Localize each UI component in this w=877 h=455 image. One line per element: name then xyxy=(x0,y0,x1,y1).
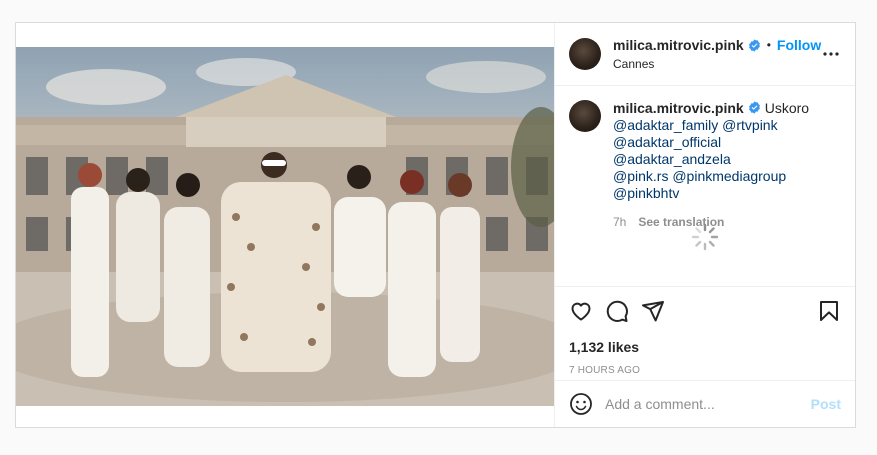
likes-count[interactable]: 1,132 likes xyxy=(569,339,841,355)
loading-spinner-icon xyxy=(691,223,719,251)
post-header: milica.mitrovic.pink • Follow Cannes xyxy=(555,23,855,86)
avatar[interactable] xyxy=(569,38,601,70)
header-username[interactable]: milica.mitrovic.pink xyxy=(613,37,744,53)
post-timestamp[interactable]: 7 HOURS AGO xyxy=(569,365,841,376)
comment-input[interactable] xyxy=(605,396,811,412)
verified-badge-icon xyxy=(748,101,760,114)
caption-time[interactable]: 7h xyxy=(613,214,626,231)
more-options-icon[interactable] xyxy=(821,42,841,66)
post-photo[interactable] xyxy=(16,47,554,406)
verified-badge-icon xyxy=(748,38,760,52)
caption-username[interactable]: milica.mitrovic.pink xyxy=(613,100,744,116)
photo-illustration xyxy=(16,58,554,406)
separator-dot: • xyxy=(766,38,771,52)
emoji-icon[interactable] xyxy=(569,392,593,416)
post-card: milica.mitrovic.pink • Follow Cannes mil… xyxy=(15,22,856,428)
header-meta: milica.mitrovic.pink • Follow Cannes xyxy=(613,37,821,71)
post-media xyxy=(16,23,554,427)
action-bar xyxy=(569,295,841,327)
post-sidebar: milica.mitrovic.pink • Follow Cannes mil… xyxy=(554,23,855,427)
comment-bar: Post xyxy=(555,380,855,427)
location-link[interactable]: Cannes xyxy=(613,57,821,71)
caption-mention-line[interactable]: @adaktar_family @rtvpink xyxy=(613,117,841,134)
post-comment-button[interactable]: Post xyxy=(811,396,841,412)
header-user-line: milica.mitrovic.pink • Follow xyxy=(613,37,821,53)
caption-avatar[interactable] xyxy=(569,100,601,132)
caption-text: Uskoro xyxy=(764,100,810,116)
caption-mention-line[interactable]: @adaktar_official @adaktar_andzela xyxy=(613,134,841,168)
caption-body: milica.mitrovic.pink Uskoro @adaktar_fam… xyxy=(613,100,841,231)
caption-mention-line[interactable]: @pinkbhtv xyxy=(613,185,841,202)
share-paper-plane-icon[interactable] xyxy=(641,299,665,323)
caption-meta: 7h See translation xyxy=(613,214,841,231)
caption: milica.mitrovic.pink Uskoro @adaktar_fam… xyxy=(555,86,855,231)
like-heart-icon[interactable] xyxy=(569,299,593,323)
post-actions: 1,132 likes 7 HOURS AGO xyxy=(555,286,855,376)
caption-first-line: milica.mitrovic.pink Uskoro xyxy=(613,100,841,117)
caption-mention-line[interactable]: @pink.rs @pinkmediagroup xyxy=(613,168,841,185)
save-bookmark-icon[interactable] xyxy=(817,299,841,323)
follow-button[interactable]: Follow xyxy=(777,37,821,53)
comment-bubble-icon[interactable] xyxy=(605,299,629,323)
